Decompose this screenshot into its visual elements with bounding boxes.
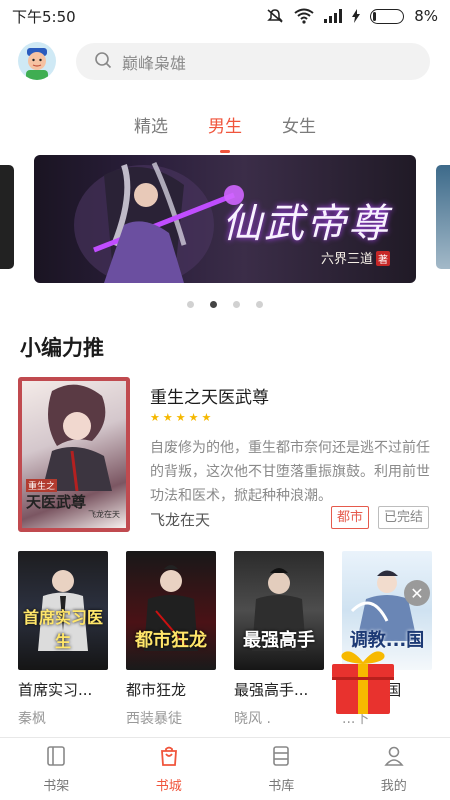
- star-icon: ★: [201, 411, 212, 424]
- status-time: 下午5:50: [12, 7, 76, 26]
- book-cover-title: 最强高手: [243, 630, 315, 651]
- cover-title: 天医武尊: [26, 493, 87, 511]
- bookshelf-icon: [45, 745, 67, 771]
- carousel-dot[interactable]: [256, 301, 263, 308]
- book-author: 晓风 .: [234, 711, 271, 727]
- avatar-icon: [26, 48, 48, 80]
- star-icon: ★: [150, 411, 160, 424]
- star-icon: ★: [162, 411, 173, 424]
- banner-seal: 著: [376, 251, 390, 266]
- close-icon: ✕: [410, 583, 424, 603]
- header: 巅峰枭雄: [0, 40, 450, 84]
- banner-next-peek[interactable]: [436, 165, 450, 269]
- featured-book-cover[interactable]: 重生之 天医武尊 飞龙在天: [18, 377, 130, 532]
- banner-slide[interactable]: 仙武帝尊 六界三道著: [34, 155, 416, 283]
- genre-tag[interactable]: 都市: [331, 506, 370, 529]
- status-bar: 下午5:50 8%: [0, 0, 450, 32]
- search-icon: [94, 51, 112, 73]
- book-cover-title: 都市狂龙: [135, 630, 207, 651]
- library-icon: [270, 745, 292, 771]
- status-tag: 已完结: [378, 506, 430, 529]
- book-title: 最强高手...: [234, 681, 309, 699]
- banner-author: 六界三道: [320, 252, 373, 267]
- nav-library-label: 书库: [268, 778, 295, 794]
- cover-author: 飞龙在天: [88, 510, 120, 519]
- book-cover: 最强高手: [234, 551, 324, 670]
- banner-prev-peek[interactable]: [0, 165, 14, 269]
- gift-box-button[interactable]: [330, 646, 396, 714]
- tab-male[interactable]: 男生: [208, 112, 242, 142]
- nav-bookshelf-label: 书架: [43, 778, 70, 794]
- book-author: 西装暴徒: [126, 711, 182, 727]
- close-gift-button[interactable]: ✕: [404, 580, 430, 606]
- carousel-dot-active[interactable]: [210, 301, 217, 308]
- battery-icon: [370, 8, 405, 24]
- tab-featured[interactable]: 精选: [134, 112, 168, 142]
- featured-book-title[interactable]: 重生之天医武尊: [150, 383, 269, 408]
- section-title: 小编力推: [20, 336, 104, 360]
- featured-book-description: 自废修为的他，重生都市奈何还是逃不过前任的背叛，这次他不甘堕落重振旗鼓。利用前世…: [150, 440, 430, 504]
- status-icons: 8%: [266, 7, 438, 25]
- wifi-icon: [294, 8, 314, 24]
- profile-icon: [383, 745, 405, 771]
- book-card[interactable]: 首席实习医生 首席实习... 秦枫: [18, 551, 108, 728]
- star-icon: ★: [175, 411, 186, 424]
- search-placeholder: 巅峰枭雄: [122, 53, 187, 73]
- nav-bookstore-label: 书城: [155, 778, 182, 794]
- gift-icon: [332, 651, 394, 714]
- tab-female[interactable]: 女生: [282, 112, 316, 142]
- book-cover: 首席实习医生: [18, 551, 108, 670]
- nav-bookstore[interactable]: 书城: [113, 738, 226, 800]
- nav-library[interactable]: 书库: [225, 738, 338, 800]
- mute-icon: [266, 8, 284, 24]
- bookstore-icon: [158, 745, 180, 771]
- book-author: 秦枫: [18, 711, 46, 727]
- nav-bookshelf[interactable]: 书架: [0, 738, 113, 800]
- signal-icon: [324, 9, 343, 23]
- book-cover: 都市狂龙: [126, 551, 216, 670]
- rating-stars: ★ ★ ★ ★ ★: [150, 411, 211, 424]
- book-card[interactable]: 都市狂龙 都市狂龙 西装暴徒: [126, 551, 216, 728]
- category-tabs: 精选 男生 女生: [0, 112, 450, 142]
- star-icon: ★: [188, 411, 199, 424]
- book-card[interactable]: 最强高手 最强高手... 晓风 .: [234, 551, 324, 728]
- charging-icon: [352, 9, 361, 23]
- bottom-nav: 书架 书城 书库 我的: [0, 737, 450, 800]
- carousel-dot[interactable]: [233, 301, 240, 308]
- nav-profile[interactable]: 我的: [338, 738, 450, 800]
- featured-book-author: 飞龙在天: [150, 511, 211, 529]
- carousel-dot[interactable]: [187, 301, 194, 308]
- book-title: 首席实习...: [18, 681, 93, 699]
- banner-subtitle: 六界三道著: [321, 248, 390, 267]
- nav-profile-label: 我的: [380, 778, 407, 794]
- banner-title: 仙武帝尊: [222, 201, 390, 247]
- book-title: 都市狂龙: [126, 681, 187, 699]
- book-cover-title: 首席实习医生: [22, 608, 103, 651]
- search-bar[interactable]: 巅峰枭雄: [76, 43, 430, 80]
- carousel-dots: [0, 301, 450, 308]
- battery-percent: 8%: [414, 7, 438, 25]
- avatar[interactable]: [18, 42, 56, 80]
